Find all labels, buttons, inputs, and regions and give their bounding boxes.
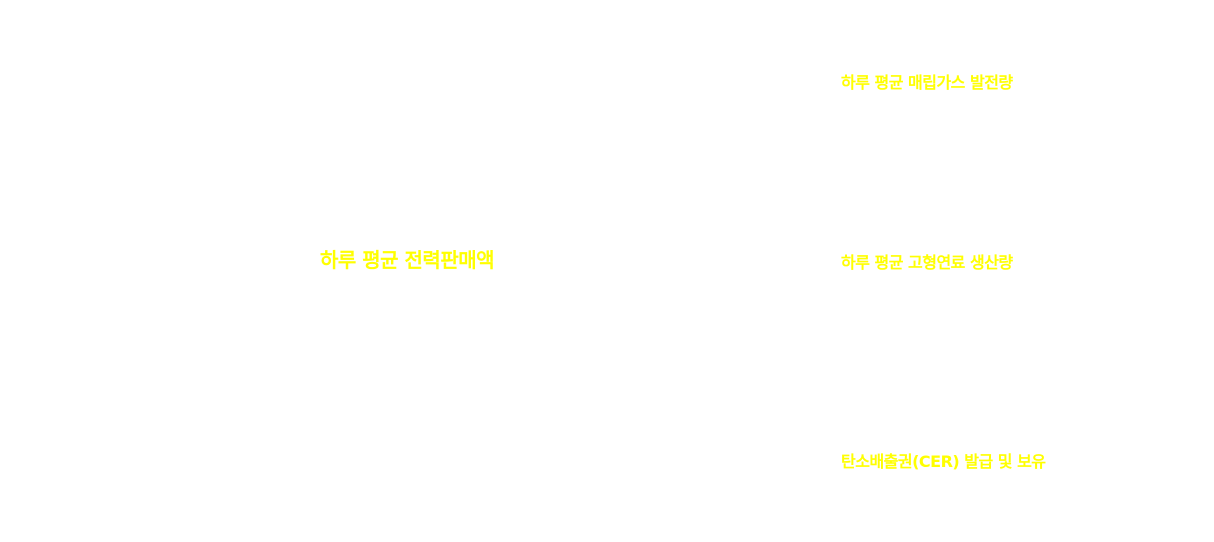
daily-average-landfill-gas-generation-label: 하루 평균 매립가스 발전량 [841, 73, 1013, 92]
carbon-emission-credit-label: 탄소배출권(CER) 발급 및 보유 [841, 452, 1046, 471]
daily-average-electricity-sales-label: 하루 평균 전력판매액 [320, 248, 495, 272]
daily-average-solid-fuel-production-label: 하루 평균 고형연료 생산량 [841, 253, 1013, 272]
